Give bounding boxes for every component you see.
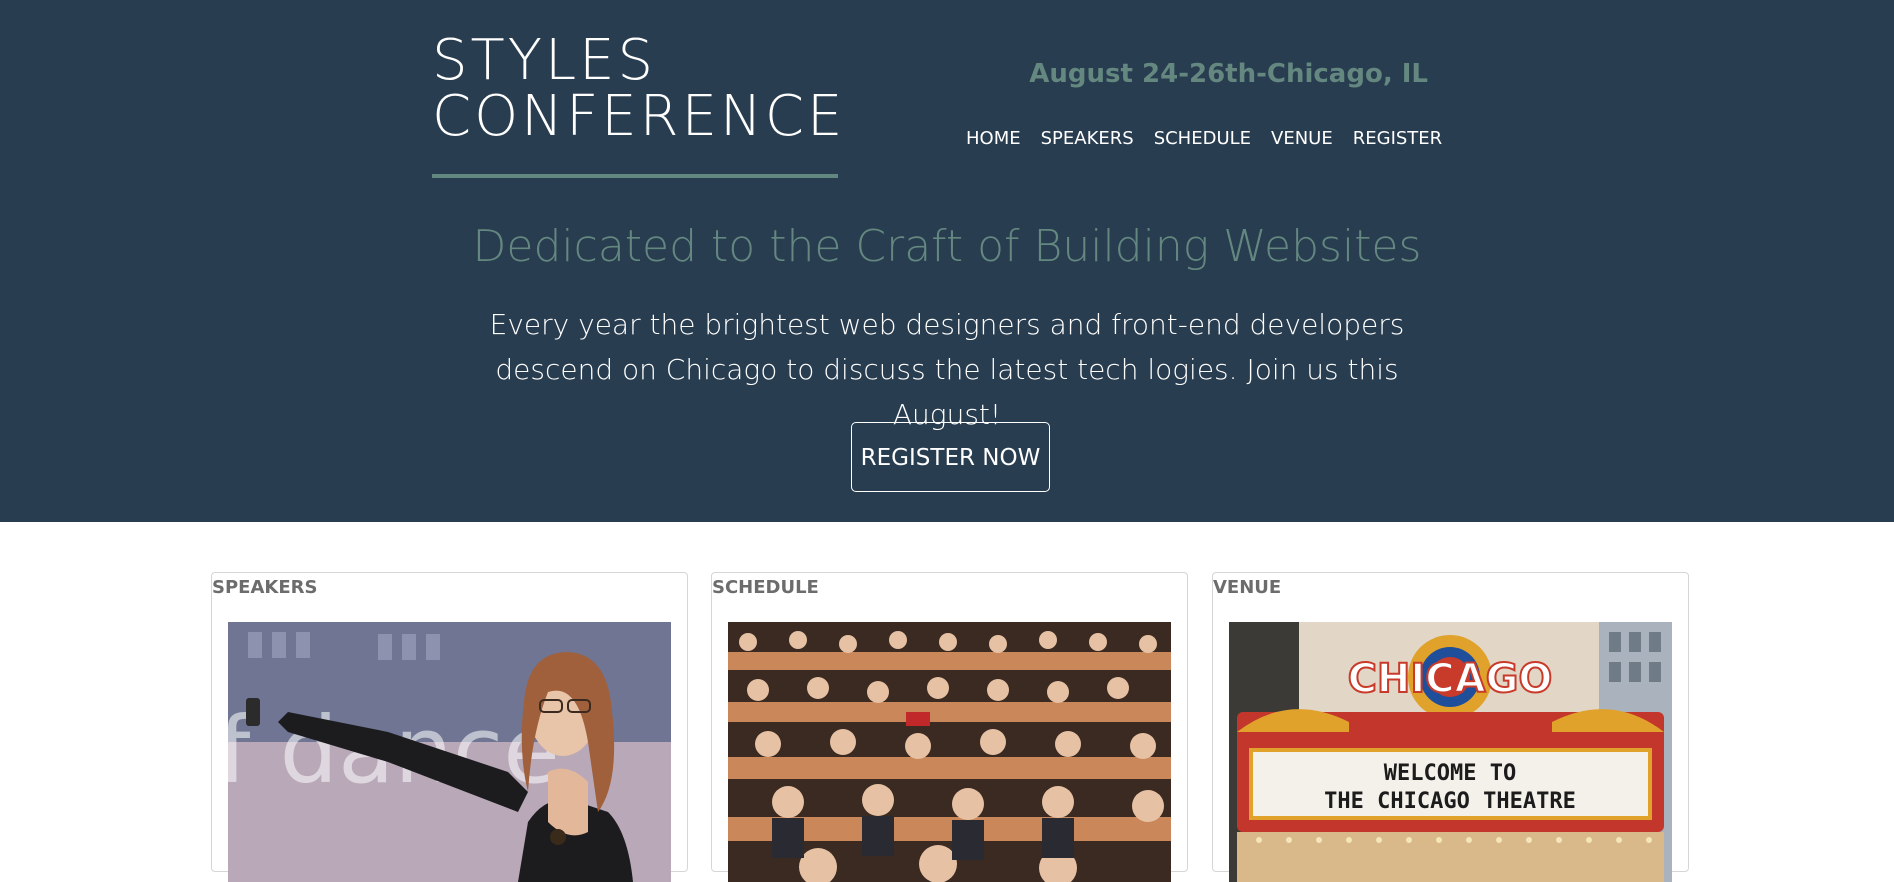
marquee-brand-text: CHICAGO — [1348, 656, 1553, 702]
nav-home[interactable]: HOME — [956, 126, 1031, 152]
speaker-photo: f dance — [228, 622, 671, 882]
logo-line-2: CONFERENCE — [432, 84, 846, 149]
nav-venue[interactable]: VENUE — [1261, 126, 1343, 152]
hero-banner: STYLES CONFERENCE August 24-26th-Chicago… — [0, 0, 1894, 522]
speakers-card[interactable]: SPEAKERS f dance — [211, 572, 688, 882]
nav-schedule[interactable]: SCHEDULE — [1144, 126, 1261, 152]
card-title-venue: VENUE — [1213, 577, 1282, 598]
schedule-card[interactable]: SCHEDULE — [711, 572, 1188, 882]
main-nav: HOME SPEAKERS SCHEDULE VENUE REGISTER — [956, 126, 1452, 152]
logo-underline — [432, 174, 838, 178]
logo-line-1: STYLES — [432, 28, 657, 93]
event-date-location: August 24-26th-Chicago, IL — [1029, 59, 1428, 89]
venue-card[interactable]: VENUE CHICAGO WELCOME TO THE CHICAGO THE… — [1212, 572, 1689, 882]
hero-tagline: Dedicated to the Craft of Building Websi… — [472, 221, 1422, 272]
nav-speakers[interactable]: SPEAKERS — [1031, 126, 1144, 152]
card-title-schedule: SCHEDULE — [712, 577, 819, 598]
register-now-button[interactable]: REGISTER NOW — [851, 422, 1050, 492]
chicago-theatre-photo: CHICAGO WELCOME TO THE CHICAGO THEATRE — [1229, 622, 1672, 882]
nav-register[interactable]: REGISTER — [1343, 126, 1452, 152]
marquee-line-1-text: WELCOME TO — [1384, 761, 1516, 786]
audience-photo — [728, 622, 1171, 882]
hero-intro: Every year the brightest web designers a… — [489, 308, 1405, 431]
site-logo[interactable]: STYLES CONFERENCE — [432, 33, 845, 145]
marquee-line-2-text: THE CHICAGO THEATRE — [1324, 789, 1576, 814]
card-title-speakers: SPEAKERS — [212, 577, 318, 598]
